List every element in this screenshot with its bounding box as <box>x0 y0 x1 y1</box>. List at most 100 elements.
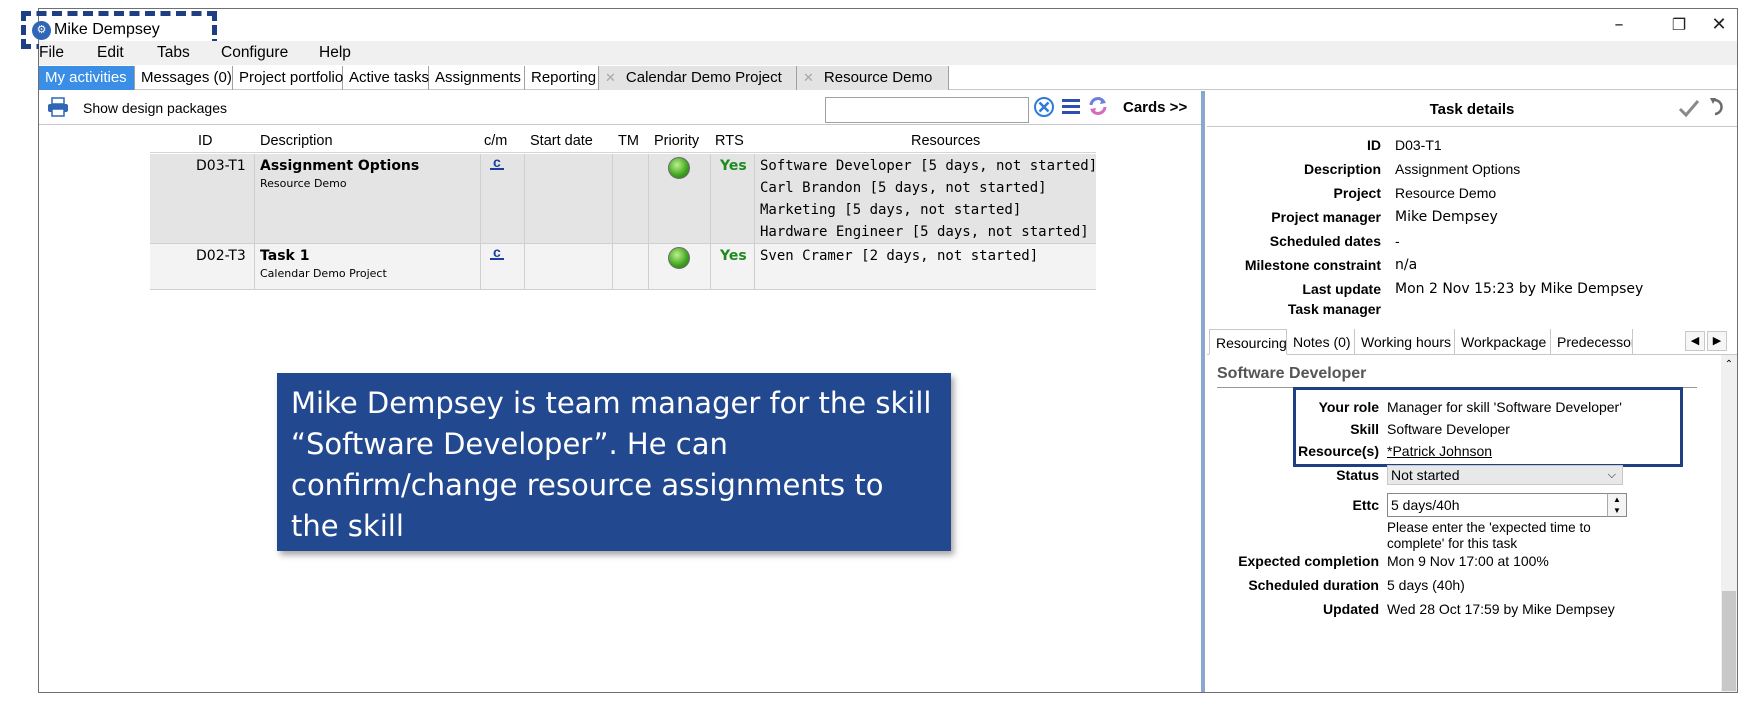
pane-splitter[interactable] <box>1201 91 1205 692</box>
annotation-callout: Mike Dempsey is team manager for the ski… <box>277 373 951 551</box>
tab-scroll-right-icon[interactable]: ▶ <box>1707 331 1727 351</box>
resource-line: Software Developer [5 days, not started] <box>760 158 1098 174</box>
row-id: D03-T1 <box>196 158 246 174</box>
ettc-spinner[interactable]: ▲ ▼ <box>1607 493 1627 517</box>
details-subtabs: Resourcing Notes (0) Working hours Workp… <box>1207 329 1737 355</box>
skill-section-title: Software Developer <box>1217 365 1367 382</box>
col-cm[interactable]: c/m <box>484 133 507 149</box>
skill-value: Software Developer <box>1387 421 1510 437</box>
row-rts: Yes <box>720 248 747 264</box>
task-details-header: Task details <box>1207 91 1737 127</box>
printer-icon[interactable] <box>47 97 69 117</box>
task-details-title: Task details <box>1429 101 1515 118</box>
close-button[interactable]: ✕ <box>1699 13 1739 37</box>
undo-icon[interactable] <box>1707 96 1729 118</box>
list-view-icon[interactable] <box>1061 96 1081 116</box>
activities-table: ID Description c/m Start date TM Priorit… <box>150 129 1097 290</box>
ettc-hint: Please enter the 'expected time to compl… <box>1387 520 1591 551</box>
tab-resourcing[interactable]: Resourcing <box>1209 329 1287 355</box>
field-description: Description Assignment Options <box>1303 161 1521 177</box>
table-header: ID Description c/m Start date TM Priorit… <box>150 129 1096 153</box>
scheduled-duration-value: 5 days (40h) <box>1387 577 1465 593</box>
tab-notes[interactable]: Notes (0) <box>1287 329 1355 355</box>
menu-file[interactable]: File <box>39 44 64 62</box>
tab-working-hours[interactable]: Working hours <box>1355 329 1455 355</box>
col-tm[interactable]: TM <box>618 133 639 149</box>
tab-my-activities[interactable]: My activities <box>39 66 135 90</box>
tab-workpackage[interactable]: Workpackage <box>1455 329 1551 355</box>
resource-line: Carl Brandon [5 days, not started] <box>760 180 1047 196</box>
col-priority[interactable]: Priority <box>654 133 699 149</box>
tab-assignments[interactable]: Assignments <box>429 66 525 90</box>
refresh-icon[interactable] <box>1087 95 1109 117</box>
tab-close-icon[interactable]: ✕ <box>803 71 814 86</box>
window-title: Mike Dempsey <box>54 21 160 38</box>
tab-resource-demo[interactable]: ✕ Resource Demo <box>797 66 949 90</box>
activities-toolbar: Show design packages Cards >> <box>39 91 1201 125</box>
resource-link[interactable]: *Patrick Johnson <box>1387 443 1492 459</box>
row-project: Calendar Demo Project <box>260 267 387 280</box>
tab-messages[interactable]: Messages (0) <box>135 66 233 90</box>
table-row[interactable]: D02-T3 Task 1 Calendar Demo Project c Ye… <box>150 244 1096 290</box>
row-description: Assignment Options Resource Demo <box>260 158 419 190</box>
row-rts: Yes <box>720 158 747 174</box>
cm-c-icon[interactable]: c <box>490 155 504 170</box>
col-id[interactable]: ID <box>198 133 213 149</box>
restore-button[interactable]: ❐ <box>1659 13 1699 37</box>
show-design-packages-link[interactable]: Show design packages <box>83 100 227 116</box>
row-id: D02-T3 <box>196 248 246 264</box>
cards-toggle-button[interactable]: Cards >> <box>1123 99 1187 116</box>
tab-predecessors[interactable]: Predecessors <box>1551 329 1633 355</box>
resource-line: Marketing [5 days, not started] <box>760 202 1022 218</box>
your-role-value: Manager for skill 'Software Developer' <box>1387 399 1622 415</box>
task-details-pane: Task details ID D03-T1 Description Assignm… <box>1207 91 1737 692</box>
menu-configure[interactable]: Configure <box>221 44 288 62</box>
clear-search-icon[interactable] <box>1033 96 1055 118</box>
tab-reporting[interactable]: Reporting <box>525 66 599 90</box>
row-title: Task 1 <box>260 248 310 264</box>
field-project-manager: Project manager Mike Dempsey <box>1271 209 1498 225</box>
check-icon[interactable] <box>1677 96 1701 120</box>
ettc-label: Ettc <box>1352 497 1379 513</box>
tab-project-portfolio[interactable]: Project portfolio <box>233 66 343 90</box>
menu-bar: File Edit Tabs Configure Help <box>39 41 1737 65</box>
row-resources: Sven Cramer [2 days, not started] <box>760 245 1038 267</box>
tab-close-icon[interactable]: ✕ <box>605 71 616 86</box>
col-rts[interactable]: RTS <box>715 133 744 149</box>
field-project: Project Resource Demo <box>1333 185 1497 201</box>
expected-completion-value: Mon 9 Nov 17:00 at 100% <box>1387 553 1549 569</box>
field-last-update: Last update Mon 2 Nov 15:23 by Mike Demps… <box>1302 281 1644 297</box>
col-description[interactable]: Description <box>260 133 333 149</box>
cm-c-icon[interactable]: c <box>490 245 504 260</box>
row-project: Resource Demo <box>260 177 347 190</box>
col-start-date[interactable]: Start date <box>530 133 593 149</box>
field-task-manager: Task manager <box>1287 301 1381 317</box>
status-select[interactable]: Not started ⌵ <box>1387 465 1623 485</box>
table-row[interactable]: D03-T1 Assignment Options Resource Demo … <box>150 154 1098 244</box>
app-logo-icon: ⚙ <box>32 21 51 40</box>
tab-scroll-left-icon[interactable]: ◀ <box>1685 331 1705 351</box>
skill-label: Skill <box>1350 421 1379 437</box>
scroll-up-icon[interactable]: ⌃ <box>1721 359 1737 370</box>
minimize-button[interactable]: – <box>1599 13 1639 37</box>
resource-line: Sven Cramer [2 days, not started] <box>760 248 1039 264</box>
updated-value: Wed 28 Oct 17:59 by Mike Dempsey <box>1387 601 1615 617</box>
resource-line: Hardware Engineer [5 days, not started] <box>760 224 1089 240</box>
activities-pane: Show design packages Cards >> ID Descrip… <box>39 91 1201 692</box>
menu-edit[interactable]: Edit <box>97 44 124 62</box>
menu-tabs[interactable]: Tabs <box>157 44 190 62</box>
field-milestone-constraint: Milestone constraint n/a <box>1244 257 1418 273</box>
field-id: ID D03-T1 <box>1367 137 1442 153</box>
priority-green-icon <box>668 247 690 269</box>
updated-label: Updated <box>1323 601 1379 617</box>
tab-calendar-demo-project[interactable]: ✕ Calendar Demo Project <box>599 66 797 90</box>
search-input[interactable] <box>825 97 1029 123</box>
ettc-input[interactable]: 5 days/40h <box>1387 493 1627 517</box>
app-window: ⚙ Mike Dempsey – ❐ ✕ File Edit Tabs Conf… <box>21 8 1739 693</box>
tab-active-tasks[interactable]: Active tasks <box>343 66 429 90</box>
menu-help[interactable]: Help <box>319 44 351 62</box>
scrollbar-thumb[interactable] <box>1722 591 1736 691</box>
details-scrollbar[interactable]: ⌃ <box>1721 355 1737 692</box>
title-bar: ⚙ Mike Dempsey – ❐ ✕ <box>21 9 1739 49</box>
col-resources[interactable]: Resources <box>911 133 980 149</box>
